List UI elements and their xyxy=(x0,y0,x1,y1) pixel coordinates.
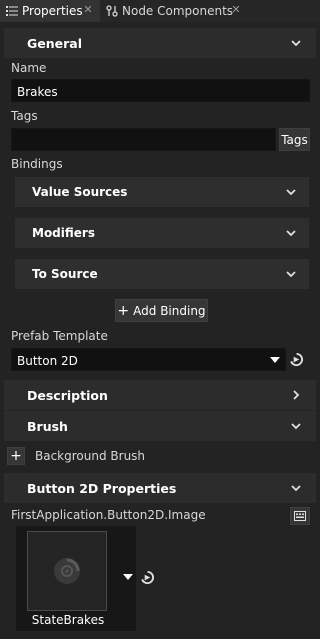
tab-node-components[interactable]: Node Components ✕ xyxy=(100,0,248,22)
image-thumbnail-card[interactable]: StateBrakes xyxy=(16,526,136,631)
bindings-label: Bindings xyxy=(11,157,63,171)
image-name: StateBrakes xyxy=(31,613,105,627)
tab-properties[interactable]: Properties ✕ xyxy=(0,0,100,22)
modifiers-title: Modifiers xyxy=(32,226,95,240)
close-icon[interactable]: ✕ xyxy=(82,4,94,16)
background-brush-label: Background Brush xyxy=(35,449,146,463)
chevron-down-icon xyxy=(286,230,296,237)
value-sources-title: Value Sources xyxy=(32,185,128,199)
chevron-down-icon xyxy=(286,271,296,278)
name-label: Name xyxy=(11,61,47,75)
image-property-label: FirstApplication.Button2D.Image xyxy=(11,508,206,522)
name-field[interactable]: Brakes xyxy=(11,79,310,102)
list-icon xyxy=(6,5,18,17)
plus-icon: + xyxy=(117,302,130,319)
chevron-down-icon xyxy=(291,423,301,430)
tags-field[interactable] xyxy=(11,128,276,151)
keyboard-icon xyxy=(294,511,306,521)
chevron-right-icon xyxy=(293,390,300,400)
section-description-header[interactable]: Description xyxy=(4,380,316,410)
caret-down-icon xyxy=(270,357,280,363)
revert-icon[interactable] xyxy=(140,570,155,585)
value-sources-header[interactable]: Value Sources xyxy=(15,177,309,207)
caret-down-icon[interactable] xyxy=(123,574,133,581)
add-brush-button[interactable]: + xyxy=(7,447,25,465)
section-brush-title: Brush xyxy=(27,418,68,434)
plus-icon: + xyxy=(10,448,22,464)
to-source-title: To Source xyxy=(32,267,98,281)
close-icon[interactable]: ✕ xyxy=(230,4,242,16)
to-source-header[interactable]: To Source xyxy=(15,259,309,289)
prefab-label: Prefab Template xyxy=(11,329,108,343)
tags-label: Tags xyxy=(11,109,38,123)
prefab-dropdown[interactable]: Button 2D xyxy=(11,348,286,371)
section-button2d-header[interactable]: Button 2D Properties xyxy=(4,473,316,503)
image-asset-icon xyxy=(54,558,80,584)
image-preview xyxy=(27,531,107,611)
chevron-down-icon xyxy=(291,485,301,492)
section-brush-header[interactable]: Brush xyxy=(4,411,316,441)
add-binding-label: Add Binding xyxy=(133,303,206,318)
components-icon xyxy=(106,5,118,17)
tab-bar: Properties ✕ Node Components ✕ xyxy=(0,0,320,22)
tab-node-components-label: Node Components xyxy=(122,4,234,18)
section-button2d-title: Button 2D Properties xyxy=(27,480,177,496)
tags-button[interactable]: Tags xyxy=(279,128,310,151)
name-value: Brakes xyxy=(17,85,58,99)
section-general-header[interactable]: General xyxy=(4,28,316,58)
image-browse-button[interactable] xyxy=(290,507,310,525)
prefab-value: Button 2D xyxy=(17,354,78,368)
tab-properties-label: Properties xyxy=(22,4,83,18)
modifiers-header[interactable]: Modifiers xyxy=(15,218,309,248)
section-general-title: General xyxy=(27,35,82,51)
chevron-down-icon xyxy=(286,189,296,196)
add-binding-button[interactable]: + Add Binding xyxy=(115,299,208,322)
section-description-title: Description xyxy=(27,387,108,403)
revert-icon[interactable] xyxy=(289,352,304,367)
chevron-down-icon xyxy=(291,40,301,47)
